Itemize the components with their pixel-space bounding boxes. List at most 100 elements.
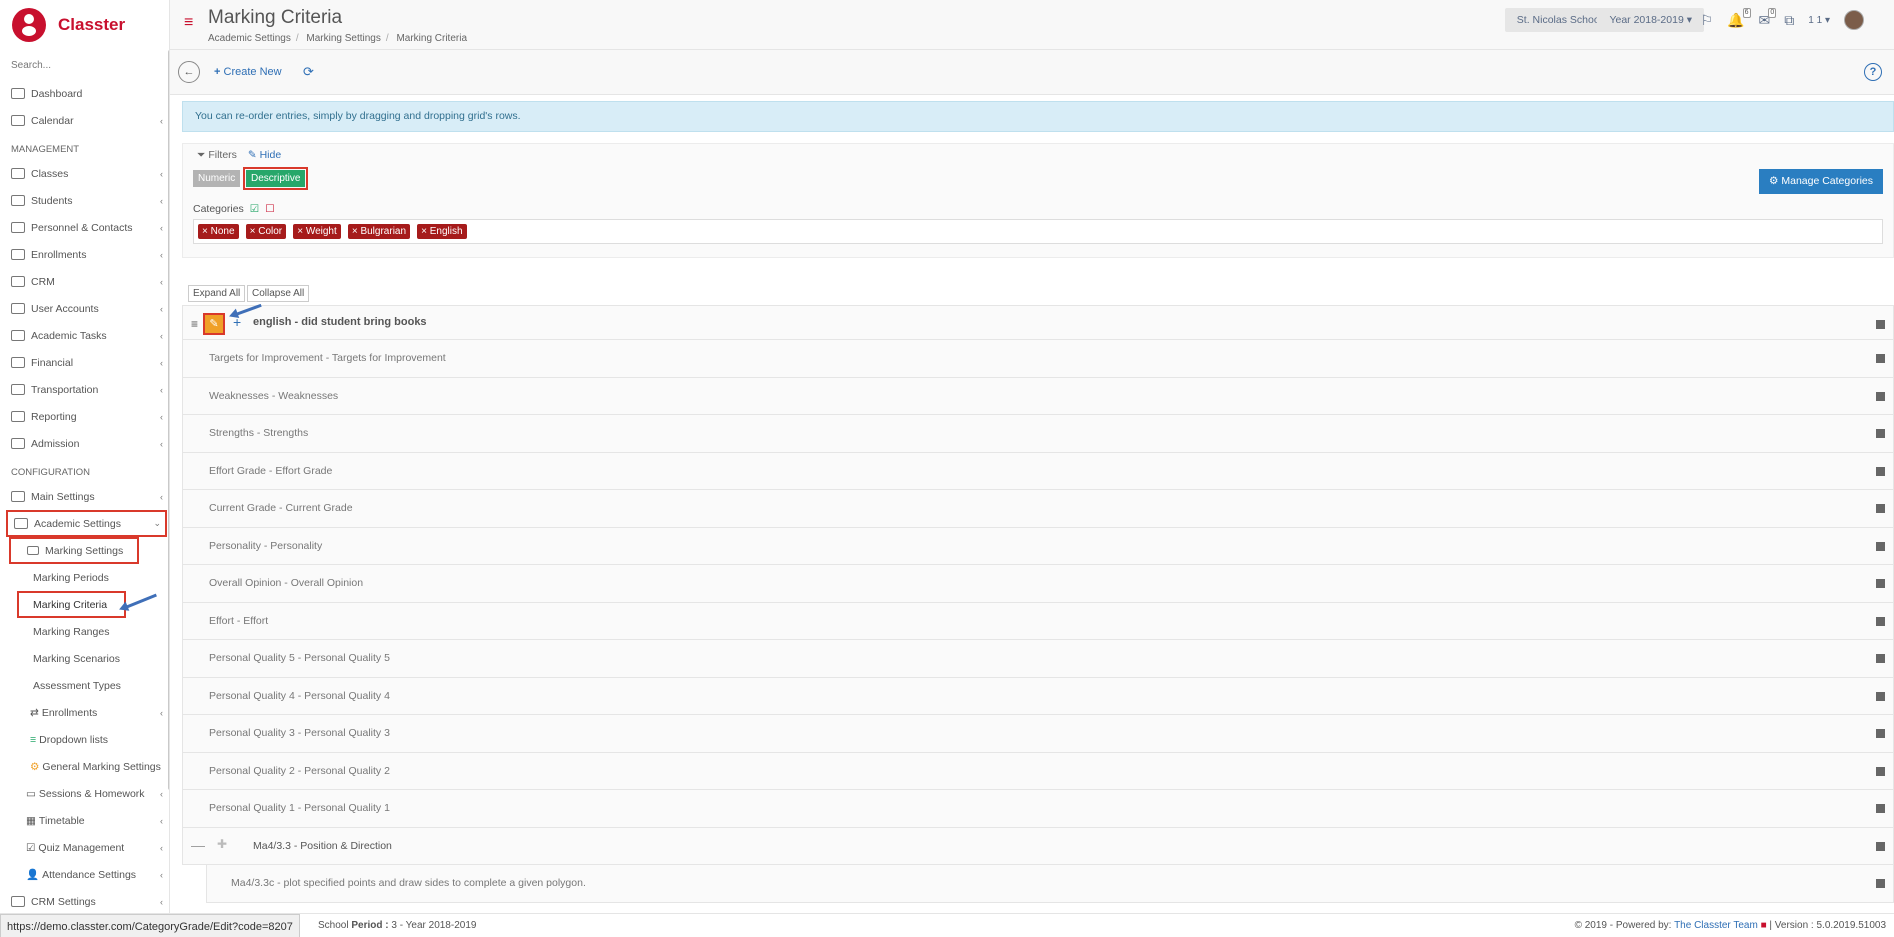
grid-row[interactable]: Personal Quality 2 - Personal Quality 2 (182, 752, 1894, 790)
sidebar-item-marking-ranges[interactable]: Marking Ranges (0, 618, 169, 645)
breadcrumb-item[interactable]: Academic Settings (208, 33, 291, 44)
grid-row[interactable]: Personal Quality 1 - Personal Quality 1 (182, 790, 1894, 828)
categories-input[interactable]: × None × Color × Weight × Bulgrarian × E… (193, 219, 1883, 244)
sidebar-item-transportation[interactable]: Transportation ‹ (0, 376, 169, 403)
grid-row[interactable]: Overall Opinion - Overall Opinion (182, 565, 1894, 603)
back-button[interactable]: ← (178, 61, 200, 83)
sidebar-item-academic-settings[interactable]: Academic Settings ⌄ (6, 510, 167, 537)
category-tag[interactable]: × None (198, 224, 239, 239)
sidebar-item-classes[interactable]: Classes ‹ (0, 160, 169, 187)
grid-row-child[interactable]: Ma4/3.3c - plot specified points and dra… (206, 865, 1894, 903)
grid-row[interactable]: Effort Grade - Effort Grade (182, 452, 1894, 490)
row-checkbox[interactable] (1876, 429, 1885, 438)
layers-icon[interactable]: ⧉ (1784, 12, 1794, 29)
grid-row-parent[interactable]: ≡ ✎ + english - did student bring books (182, 305, 1894, 340)
sidebar-item-quiz[interactable]: ☑ Quiz Management ‹ (0, 834, 169, 861)
row-checkbox[interactable] (1876, 841, 1885, 851)
team-link[interactable]: The Classter Team (1674, 920, 1758, 931)
row-checkbox[interactable] (1876, 579, 1885, 588)
row-checkbox[interactable] (1876, 729, 1885, 738)
grid-row[interactable]: Current Grade - Current Grade (182, 490, 1894, 528)
grid-row[interactable]: Personal Quality 3 - Personal Quality 3 (182, 715, 1894, 753)
category-tag[interactable]: × Weight (293, 224, 341, 239)
grid-row[interactable]: Personal Quality 4 - Personal Quality 4 (182, 677, 1894, 715)
user-menu[interactable]: 1 1 ▾ (1808, 15, 1830, 26)
year-selector[interactable]: Year 2018-2019 ▾ (1597, 8, 1704, 32)
sidebar-item-students[interactable]: Students ‹ (0, 187, 169, 214)
sidebar-item-personnel[interactable]: Personnel & Contacts ‹ (0, 214, 169, 241)
mail-icon[interactable]: ✉ 0 (1759, 7, 1777, 29)
sidebar-item-marking-scenarios[interactable]: Marking Scenarios (0, 645, 169, 672)
uncheck-all-icon[interactable]: ☐ (265, 203, 274, 215)
help-button[interactable]: ? (1864, 63, 1882, 81)
grid-row[interactable]: Strengths - Strengths (182, 415, 1894, 453)
row-checkbox[interactable] (1876, 541, 1885, 551)
grid-row-ma-parent[interactable]: — ✚ Ma4/3.3 - Position & Direction (182, 827, 1894, 865)
row-checkbox[interactable] (1876, 691, 1885, 701)
hide-filters-link[interactable]: ✎ Hide (248, 149, 281, 161)
sidebar-item-crm-settings[interactable]: CRM Settings ‹ (0, 888, 169, 915)
sidebar-item-assessment-types[interactable]: Assessment Types (0, 672, 169, 699)
row-checkbox[interactable] (1876, 504, 1885, 513)
row-checkbox[interactable] (1876, 766, 1885, 776)
sidebar-item-attendance[interactable]: 👤 Attendance Settings ‹ (0, 861, 169, 888)
row-checkbox[interactable] (1876, 654, 1885, 663)
sidebar-item-user-accounts[interactable]: User Accounts ‹ (0, 295, 169, 322)
grid-row[interactable]: Personal Quality 5 - Personal Quality 5 (182, 640, 1894, 678)
sidebar-item-dropdown-lists[interactable]: ≡ Dropdown lists (0, 726, 169, 753)
sidebar-scrollbar[interactable] (168, 50, 169, 790)
sidebar-item-general-marking[interactable]: ⚙ General Marking Settings (0, 753, 169, 780)
bank-icon (11, 438, 25, 449)
row-checkbox[interactable] (1876, 804, 1885, 813)
numeric-toggle[interactable]: Numeric (193, 170, 241, 187)
category-tag[interactable]: × Bulgrarian (347, 224, 411, 239)
grid-row[interactable]: Weaknesses - Weaknesses (182, 377, 1894, 415)
sidebar-item-marking-settings[interactable]: Marking Settings (9, 537, 139, 564)
breadcrumb-item[interactable]: Marking Settings (306, 33, 380, 44)
bell-icon[interactable]: 🔔 6 (1727, 7, 1751, 29)
classes-icon (11, 168, 25, 179)
row-checkbox[interactable] (1876, 354, 1885, 363)
sidebar-item-sub-enrollments[interactable]: ⇄ Enrollments ‹ (0, 699, 169, 726)
refresh-icon[interactable]: ⟳ (303, 64, 314, 80)
sidebar-item-marking-criteria[interactable]: Marking Criteria (17, 591, 126, 618)
sidebar-search-input[interactable]: Search... (0, 50, 169, 80)
row-checkbox[interactable] (1876, 616, 1885, 626)
edit-pencil-icon[interactable]: ✎ (203, 313, 225, 335)
check-all-icon[interactable]: ☑ (250, 203, 259, 215)
sidebar-item-marking-periods[interactable]: Marking Periods (0, 564, 169, 591)
grid-row[interactable]: Effort - Effort (182, 602, 1894, 640)
row-checkbox[interactable] (1876, 879, 1885, 888)
sidebar-item-sessions[interactable]: ▭ Sessions & Homework ‹ (0, 780, 169, 807)
category-tag[interactable]: × Color (245, 224, 287, 239)
manage-categories-button[interactable]: ⚙ Manage Categories (1759, 169, 1883, 194)
year-label: Year 2018-2019 (1609, 14, 1684, 26)
row-checkbox[interactable] (1876, 466, 1885, 476)
row-checkbox[interactable] (1876, 391, 1885, 401)
drag-handle-icon[interactable]: ≡ (191, 317, 198, 331)
category-tag[interactable]: × English (417, 224, 467, 239)
flag-icon[interactable]: ⚐ (1701, 12, 1714, 29)
expand-all-button[interactable]: Expand All (188, 285, 246, 302)
sidebar-item-financial[interactable]: Financial ‹ (0, 349, 169, 376)
collapse-icon[interactable]: — (191, 837, 205, 853)
collapse-all-button[interactable]: Collapse All (247, 285, 310, 302)
sidebar-item-main-settings[interactable]: Main Settings ‹ (0, 483, 169, 510)
sidebar-item-admission[interactable]: Admission ‹ (0, 430, 169, 457)
logo[interactable]: Classter (0, 0, 169, 50)
create-new-button[interactable]: + Create New (214, 66, 282, 78)
grid-row[interactable]: Personality - Personality (182, 527, 1894, 565)
row-checkbox[interactable] (1876, 320, 1885, 329)
sidebar-item-crm[interactable]: CRM ‹ (0, 268, 169, 295)
avatar[interactable] (1844, 10, 1864, 30)
add-child-icon[interactable]: ✚ (217, 837, 227, 851)
sidebar-item-timetable[interactable]: ▦ Timetable ‹ (0, 807, 169, 834)
sidebar-item-calendar[interactable]: Calendar ‹ (0, 107, 169, 134)
sidebar-item-enrollments[interactable]: Enrollments ‹ (0, 241, 169, 268)
hamburger-icon[interactable]: ≡ (184, 14, 193, 32)
grid-row[interactable]: Targets for Improvement - Targets for Im… (182, 340, 1894, 378)
descriptive-toggle[interactable]: Descriptive (242, 167, 309, 190)
sidebar-item-academic-tasks[interactable]: Academic Tasks ‹ (0, 322, 169, 349)
sidebar-item-dashboard[interactable]: Dashboard (0, 80, 169, 107)
sidebar-item-reporting[interactable]: Reporting ‹ (0, 403, 169, 430)
